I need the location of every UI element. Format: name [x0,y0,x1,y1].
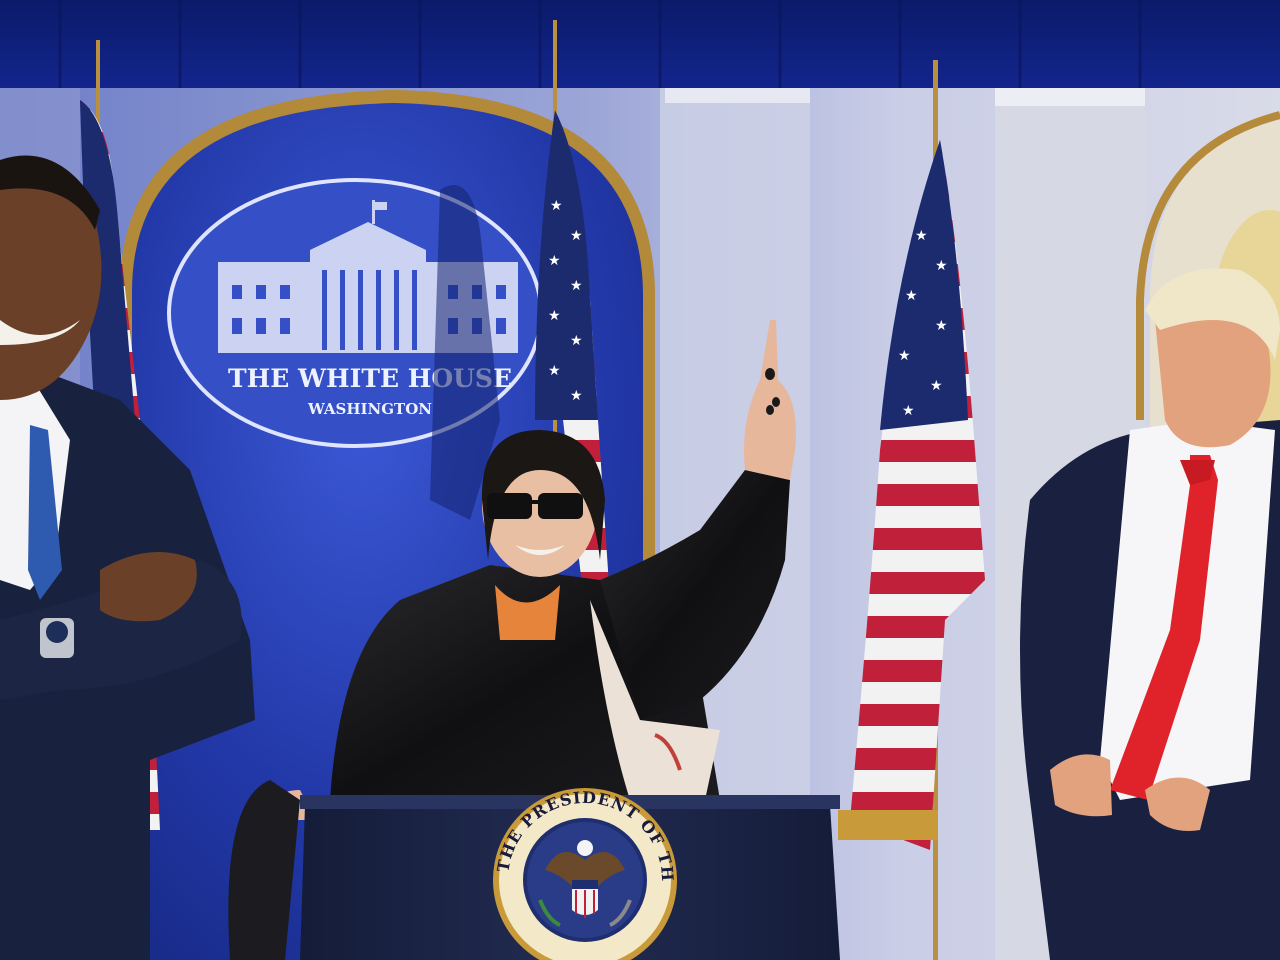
svg-text:★: ★ [935,258,948,274]
scene-illustration: THE WHITE HOUSE WASHINGTON ★★★ ★★★ ★★ ★★… [0,0,1280,960]
svg-text:★: ★ [915,228,928,244]
photo-scene: THE WHITE HOUSE WASHINGTON ★ ★ ★ ★ ★ ★ ★ ★ [0,0,1280,960]
svg-text:★: ★ [550,198,563,214]
svg-text:★: ★ [935,318,948,334]
svg-text:★: ★ [570,228,583,244]
svg-text:★: ★ [902,403,915,419]
svg-text:★: ★ [570,278,583,294]
backdrop-subtitle: WASHINGTON [307,400,432,418]
svg-text:★: ★ [930,378,943,394]
svg-text:★: ★ [548,308,561,324]
svg-text:★: ★ [570,388,583,404]
svg-text:★: ★ [898,348,911,364]
curtain-valance [0,0,1280,88]
svg-text:★: ★ [548,253,561,269]
svg-text:★: ★ [570,333,583,349]
svg-text:★: ★ [548,363,561,379]
svg-text:★: ★ [905,288,918,304]
